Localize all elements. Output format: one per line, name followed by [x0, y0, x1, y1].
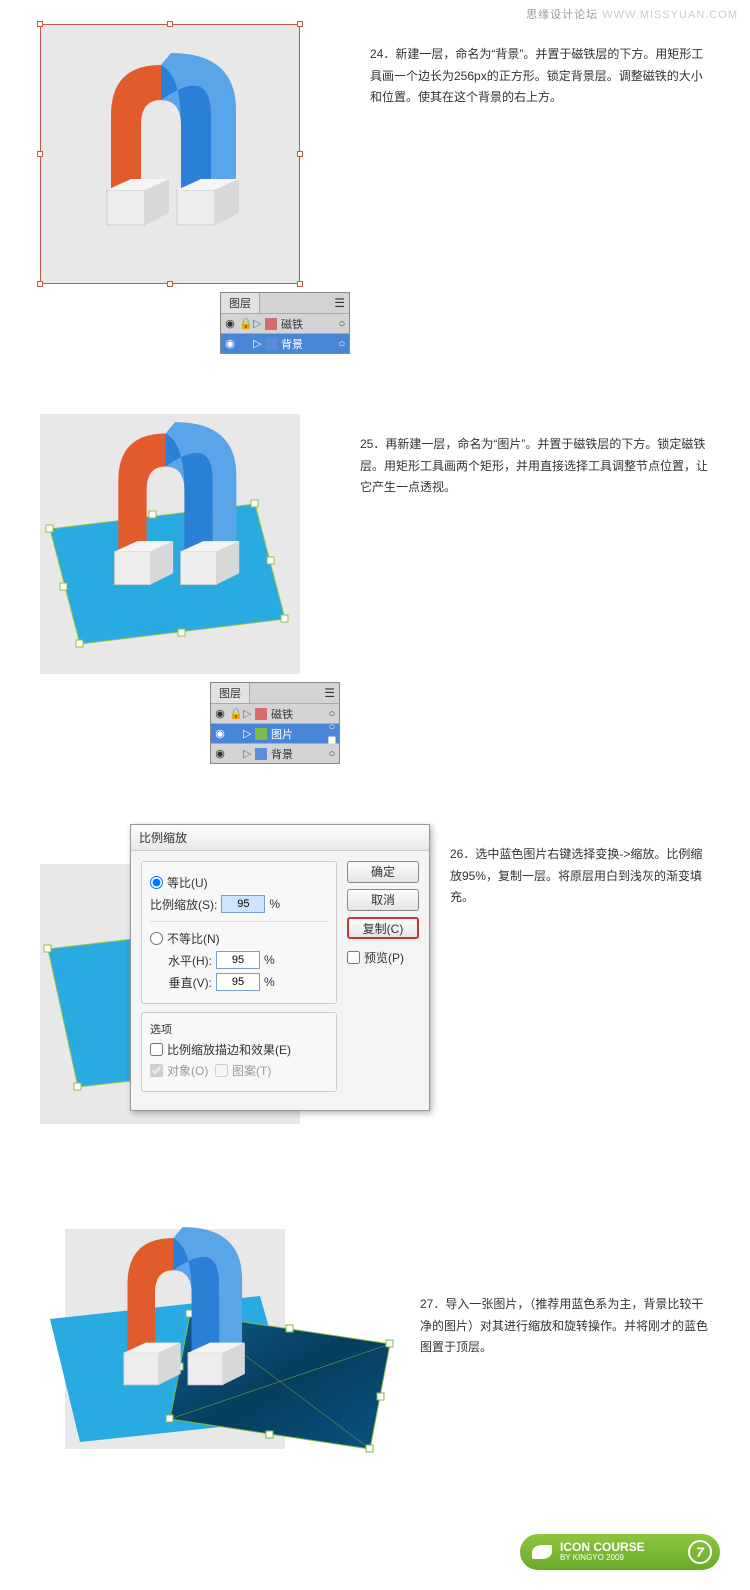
dialog-title: 比例缩放 — [131, 825, 429, 851]
layers-panel-24[interactable]: 图层 ☰ ◉🔒▷ 磁铁○ ◉▷ 背景○ — [220, 292, 350, 354]
step24-text: 24．新建一层，命名为“背景”。并置于磁铁层的下方。用矩形工具画一个边长为256… — [370, 24, 710, 354]
course-badge: ICON COURSE BY KINGYO 2009 7 — [520, 1534, 720, 1570]
watermark: 思缘设计论坛 WWW.MISSYUAN.COM — [0, 0, 750, 24]
patterns-checkbox — [215, 1064, 228, 1077]
magnet-icon — [100, 1219, 265, 1404]
lock-icon[interactable]: 🔒 — [239, 317, 253, 330]
canvas-step25 — [40, 414, 300, 674]
objects-checkbox — [150, 1064, 163, 1077]
bird-icon — [532, 1545, 552, 1559]
layer-row-background[interactable]: ◉▷ 背景○ — [211, 743, 339, 763]
step25-text: 25．再新建一层，命名为“图片”。并置于磁铁层的下方。锁定磁铁层。用矩形工具画两… — [360, 414, 710, 764]
step26-text: 26．选中蓝色图片右键选择变换->缩放。比例缩放95%，复制一层。将原层用白到浅… — [450, 824, 710, 1154]
scale-strokes-checkbox[interactable] — [150, 1043, 163, 1056]
canvas-step24 — [40, 24, 300, 284]
scale-dialog: 比例缩放 等比(U) 比例缩放(S):% 不等比(N) 水平(H):% 垂直(V… — [130, 824, 430, 1111]
canvas-step27 — [40, 1214, 400, 1474]
step-26: 比例缩放 等比(U) 比例缩放(S):% 不等比(N) 水平(H):% 垂直(V… — [0, 824, 750, 1154]
preview-checkbox[interactable] — [347, 951, 360, 964]
magnet-icon — [90, 414, 260, 604]
layer-row-background[interactable]: ◉▷ 背景○ — [221, 333, 349, 353]
uniform-radio[interactable] — [150, 876, 163, 889]
ok-button[interactable]: 确定 — [347, 861, 419, 883]
layers-tab[interactable]: 图层 — [221, 293, 260, 313]
layers-panel-25[interactable]: 图层☰ ◉🔒▷ 磁铁○ ◉▷ 图片○ ◼ ◉▷ 背景○ — [210, 682, 340, 764]
panel-menu-icon[interactable]: ☰ — [334, 296, 349, 310]
step27-text: 27．导入一张图片，（推荐用蓝色系为主，背景比较干净的图片）对其进行缩放和旋转操… — [420, 1214, 710, 1474]
step-25: 图层☰ ◉🔒▷ 磁铁○ ◉▷ 图片○ ◼ ◉▷ 背景○ 25．再新建一层，命名为… — [0, 414, 750, 764]
copy-button[interactable]: 复制(C) — [347, 917, 419, 939]
step-24: 图层 ☰ ◉🔒▷ 磁铁○ ◉▷ 背景○ 24．新建一层，命名为“背景”。并置于磁铁… — [0, 24, 750, 354]
layer-row-magnet[interactable]: ◉🔒▷ 磁铁○ — [221, 313, 349, 333]
visibility-icon[interactable]: ◉ — [221, 337, 239, 350]
magnet-icon — [81, 45, 261, 245]
panel-menu-icon[interactable]: ☰ — [324, 686, 339, 700]
horizontal-input[interactable] — [216, 951, 260, 969]
nonuniform-radio[interactable] — [150, 932, 163, 945]
vertical-input[interactable] — [216, 973, 260, 991]
step-27: 27．导入一张图片，（推荐用蓝色系为主，背景比较干净的图片）对其进行缩放和旋转操… — [0, 1214, 750, 1474]
visibility-icon[interactable]: ◉ — [221, 317, 239, 330]
layer-row-picture[interactable]: ◉▷ 图片○ ◼ — [211, 723, 339, 743]
scale-input[interactable] — [221, 895, 265, 913]
layer-row-magnet[interactable]: ◉🔒▷ 磁铁○ — [211, 703, 339, 723]
cancel-button[interactable]: 取消 — [347, 889, 419, 911]
